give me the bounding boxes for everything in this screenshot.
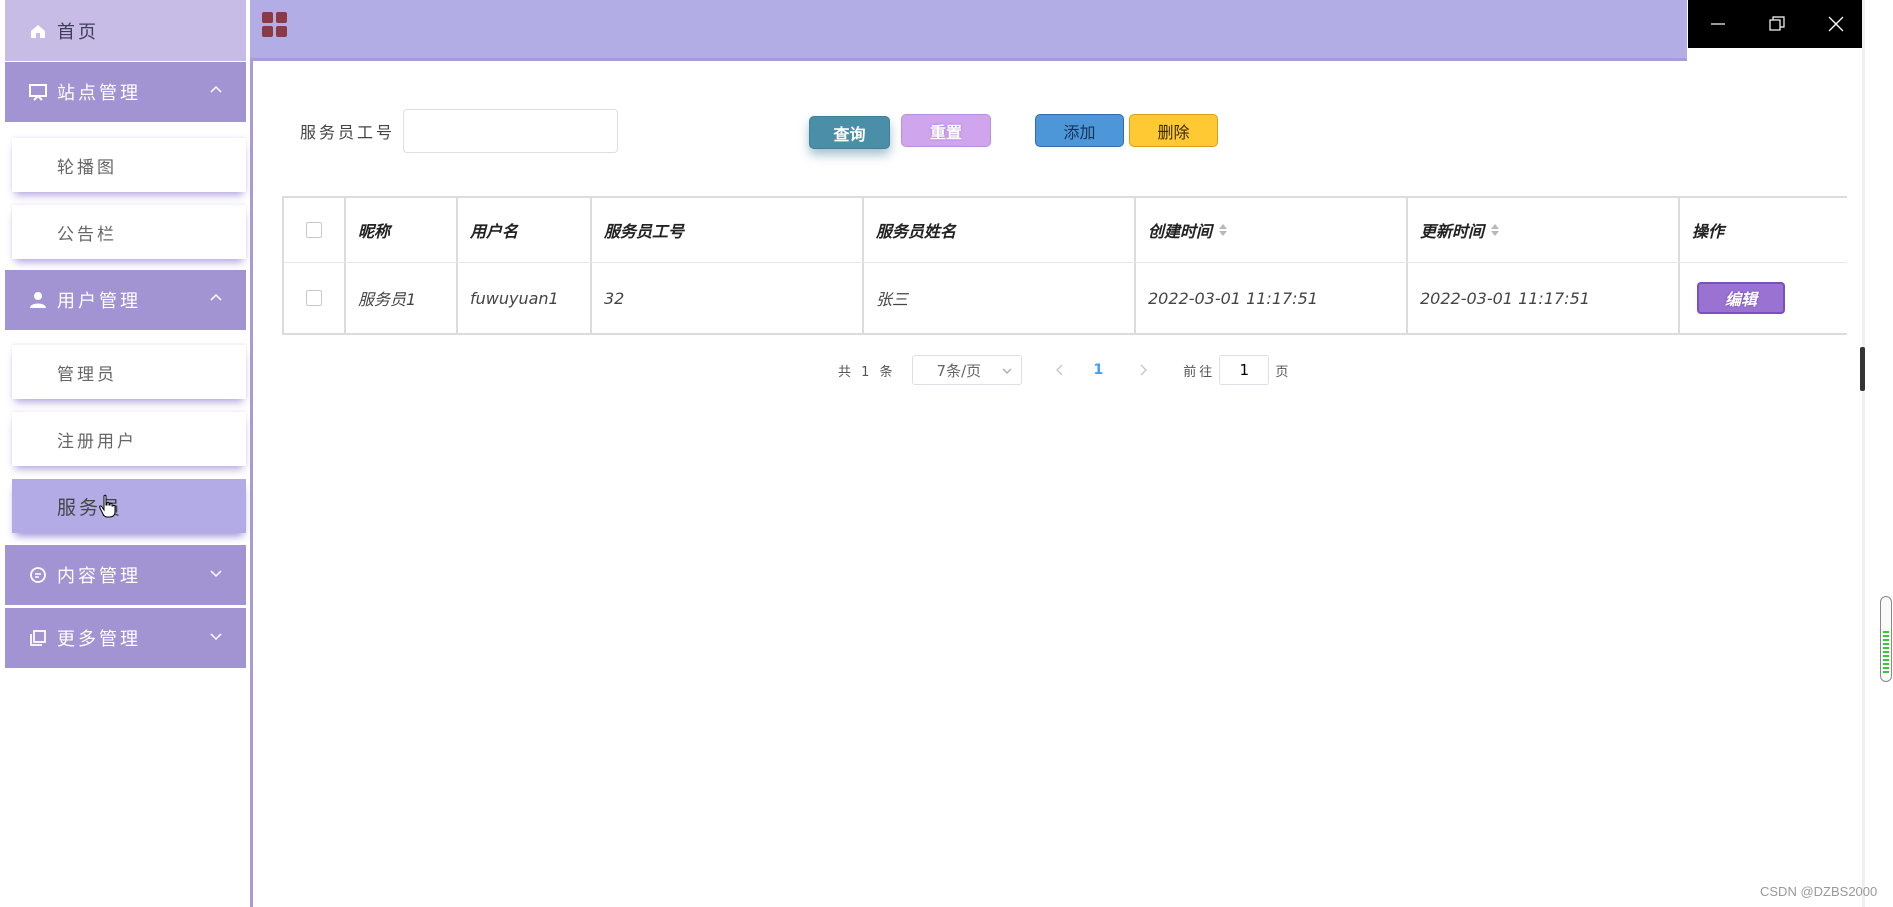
scrollbar-widget[interactable] — [1880, 596, 1892, 682]
search-label: 服务员工号 — [300, 123, 396, 142]
page-suffix: 页 — [1275, 364, 1289, 380]
column-header: 服务员姓名 — [864, 198, 1136, 262]
cell-username: fuwuyuan1 — [458, 263, 592, 333]
sort-icon[interactable] — [1490, 223, 1500, 237]
chevron-down-icon — [210, 633, 222, 641]
goto-page-input[interactable] — [1219, 355, 1270, 385]
home-icon — [27, 20, 49, 42]
close-icon[interactable] — [1806, 0, 1865, 48]
sidebar-group-label: 更多管理 — [57, 629, 141, 650]
sidebar-item-registered-users[interactable]: 注册用户 — [12, 412, 246, 466]
sort-icon[interactable] — [1218, 223, 1228, 237]
user-icon — [27, 289, 49, 311]
select-all-cell — [284, 198, 346, 262]
cell-actions: 编辑 — [1680, 263, 1847, 333]
restore-icon[interactable] — [1747, 0, 1806, 48]
page-size-select[interactable]: 7条/页 — [911, 355, 1022, 385]
sidebar-home-label: 首页 — [57, 21, 99, 43]
table-row: 服务员1 fuwuyuan1 32 张三 2022-03-01 11:17:51… — [284, 263, 1847, 335]
cell-created: 2022-03-01 11:17:51 — [1136, 263, 1408, 333]
table-header-row: 昵称 用户名 服务员工号 服务员姓名 创建时间 更新时间 操作 — [284, 198, 1847, 263]
query-button[interactable]: 查询 — [809, 116, 890, 149]
column-header: 昵称 — [346, 198, 458, 262]
pagination-total: 共 1 条 — [838, 364, 896, 380]
add-button[interactable]: 添加 — [1035, 114, 1124, 147]
prev-page-icon[interactable] — [1050, 364, 1070, 376]
sidebar-item-notice[interactable]: 公告栏 — [12, 205, 246, 259]
top-header — [250, 0, 1687, 61]
cell-name: 张三 — [864, 263, 1136, 333]
window-controls — [1688, 0, 1865, 48]
sidebar-item-admin[interactable]: 管理员 — [12, 345, 246, 399]
row-select-cell — [284, 263, 346, 333]
sidebar-group-site[interactable]: 站点管理 — [5, 62, 246, 122]
sidebar-item-label: 注册用户 — [57, 431, 137, 452]
page-size-value: 7条/页 — [936, 361, 982, 380]
sidebar-group-more[interactable]: 更多管理 — [5, 608, 246, 668]
next-page-icon[interactable] — [1133, 364, 1153, 376]
minimize-icon[interactable] — [1688, 0, 1747, 48]
cell-staff-no: 32 — [592, 263, 864, 333]
waiter-table: 昵称 用户名 服务员工号 服务员姓名 创建时间 更新时间 操作 服务员1 fuw… — [282, 196, 1847, 335]
column-header: 操作 — [1692, 222, 1725, 241]
column-header-label: 更新时间 — [1420, 222, 1485, 241]
sidebar-item-label: 管理员 — [57, 364, 117, 385]
chevron-down-icon — [1002, 368, 1012, 374]
reset-button[interactable]: 重置 — [901, 114, 991, 147]
chat-icon — [27, 564, 49, 586]
sidebar-item-waiter[interactable]: 服务员 — [12, 479, 246, 533]
menu-grid-icon[interactable] — [262, 12, 288, 42]
column-header-updated[interactable]: 更新时间 — [1408, 198, 1680, 262]
sidebar-group-users[interactable]: 用户管理 — [5, 270, 246, 330]
cell-nickname: 服务员1 — [346, 263, 458, 333]
sidebar-group-label: 站点管理 — [57, 83, 141, 104]
column-header: 用户名 — [458, 198, 592, 262]
pagination: 共 1 条 7条/页 1 前往 页 — [838, 354, 1288, 386]
monitor-icon — [27, 81, 49, 103]
sidebar-group-content[interactable]: 内容管理 — [5, 545, 246, 605]
chevron-up-icon — [210, 293, 222, 301]
sidebar-item-label: 公告栏 — [57, 224, 117, 245]
chevron-up-icon — [210, 85, 222, 93]
watermark: CSDN @DZBS2000 — [1760, 884, 1878, 899]
sidebar-group-label: 内容管理 — [57, 566, 141, 587]
side-drawer-handle[interactable] — [1860, 347, 1865, 391]
sidebar-item-carousel[interactable]: 轮播图 — [12, 138, 246, 192]
edit-button[interactable]: 编辑 — [1697, 282, 1785, 314]
sidebar-item-home[interactable]: 首页 — [5, 0, 246, 61]
select-all-checkbox[interactable] — [306, 222, 322, 238]
staff-no-search-input[interactable] — [403, 109, 618, 153]
row-checkbox[interactable] — [306, 290, 322, 306]
delete-button[interactable]: 删除 — [1129, 114, 1218, 147]
copy-icon — [27, 627, 49, 649]
sidebar-group-label: 用户管理 — [57, 291, 141, 312]
chevron-down-icon — [210, 570, 222, 578]
column-header-label: 创建时间 — [1148, 222, 1213, 241]
column-header-created[interactable]: 创建时间 — [1136, 198, 1408, 262]
goto-label: 前往 — [1183, 364, 1216, 380]
page-number-current[interactable]: 1 — [1094, 362, 1104, 378]
window-edge — [1862, 0, 1865, 907]
sidebar: 首页 站点管理 轮播图 公告栏 用户管理 管理员 注册用户 服务员 内容管理 更… — [0, 0, 253, 907]
cell-updated: 2022-03-01 11:17:51 — [1408, 263, 1680, 333]
sidebar-item-label: 轮播图 — [57, 157, 117, 178]
mouse-cursor-icon — [98, 494, 116, 522]
column-header: 服务员工号 — [592, 198, 864, 262]
